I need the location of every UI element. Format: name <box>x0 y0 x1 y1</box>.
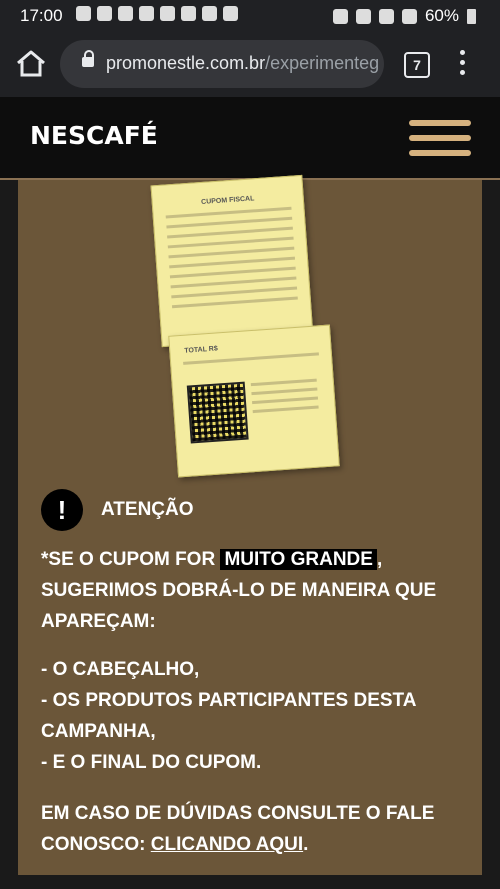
mute-icon <box>355 8 371 24</box>
status-time: 17:00 <box>20 6 63 25</box>
coupon-info-panel: CUPOM FISCAL TOTAL R$ ! ATENÇÃO *SE O CU… <box>18 174 482 875</box>
attention-heading: ! ATENÇÃO <box>41 489 194 531</box>
notice-prefix: *SE O CUPOM FOR <box>41 549 216 570</box>
mail-icon <box>139 6 154 21</box>
notice-rest: SUGERIMOS DOBRÁ-LO DE MANEIRA QUE APAREÇ… <box>41 580 437 632</box>
menu-dot-icon <box>459 70 465 75</box>
receipt-line <box>169 256 296 269</box>
attention-title: ATENÇÃO <box>101 499 194 520</box>
contact-link[interactable]: CLICANDO AQUI <box>151 834 303 855</box>
notice-paragraph: *SE O CUPOM FOR MUITO GRANDE, SUGERIMOS … <box>41 544 461 637</box>
receipt-line <box>252 405 319 414</box>
app-icon <box>160 6 175 21</box>
hamburger-bar <box>409 150 471 156</box>
list-item: - O CABEÇALHO, <box>41 659 200 680</box>
notice-highlight: MUITO GRANDE <box>220 549 377 570</box>
alarm-icon <box>332 8 348 24</box>
hamburger-bar <box>409 120 471 126</box>
notice-comma: , <box>376 549 383 570</box>
lock-icon <box>82 50 94 67</box>
receipt-illustration: CUPOM FISCAL TOTAL R$ <box>148 174 388 480</box>
receipt-line <box>251 387 318 396</box>
address-bar[interactable]: promonestle.com.br/experimenteg <box>60 40 384 88</box>
logo-text: NESCAFÉ <box>30 121 158 150</box>
receipt-footer-lines <box>250 378 319 420</box>
contact-paragraph: EM CASO DE DÚVIDAS CONSULTE O FALE CONOS… <box>41 798 461 860</box>
image-icon <box>202 6 217 21</box>
contact-suffix: . <box>303 834 309 855</box>
receipt-line <box>166 216 293 229</box>
receipt-line <box>171 286 298 299</box>
site-header: NESCAFÉ <box>0 97 500 180</box>
app-icon <box>97 6 112 21</box>
battery-percent: 60% <box>424 6 459 25</box>
app-icon <box>181 6 196 21</box>
notification-icons <box>76 6 238 21</box>
receipt-line <box>171 296 298 309</box>
receipt-line <box>250 378 317 387</box>
signal-icon <box>401 8 417 24</box>
notice-items: - O CABEÇALHO, - OS PRODUTOS PARTICIPANT… <box>41 654 461 778</box>
hamburger-bar <box>409 135 471 141</box>
menu-dot-icon <box>459 60 465 65</box>
status-right: 60% <box>332 6 476 26</box>
browser-toolbar: promonestle.com.br/experimenteg 7 <box>0 32 500 97</box>
home-icon <box>17 50 45 77</box>
receipt-line <box>168 246 295 259</box>
receipt-line <box>252 396 319 405</box>
receipt-line <box>165 206 292 219</box>
home-button[interactable] <box>14 49 48 79</box>
tab-switcher-button[interactable]: 7 <box>404 52 430 78</box>
exclamation-icon: ! <box>41 489 83 531</box>
url-text: promonestle.com.br/experimenteg <box>106 53 379 74</box>
receipt-bottom: TOTAL R$ <box>168 324 340 478</box>
app-icon <box>118 6 133 21</box>
menu-dot-icon <box>459 50 465 55</box>
battery-icon <box>467 8 476 24</box>
receipt-top: CUPOM FISCAL <box>150 174 314 348</box>
receipt-line <box>170 276 297 289</box>
url-path: /experimenteg <box>265 53 380 73</box>
qr-code-icon <box>186 381 249 444</box>
nescafe-logo[interactable]: NESCAFÉ <box>30 121 158 150</box>
receipt-line <box>167 236 294 249</box>
receipt-line <box>183 352 319 365</box>
status-bar: 17:00 60% <box>0 0 500 32</box>
download-icon <box>223 6 238 21</box>
browser-menu-button[interactable] <box>458 50 466 78</box>
receipt-line <box>169 266 296 279</box>
wifi-icon <box>378 8 394 24</box>
receipt-total: TOTAL R$ <box>184 345 218 355</box>
receipt-line <box>167 226 293 239</box>
list-item: - E O FINAL DO CUPOM. <box>41 752 262 773</box>
whatsapp-icon <box>76 6 91 21</box>
url-host: promonestle.com.br <box>106 53 266 73</box>
list-item: - OS PRODUTOS PARTICIPANTES DESTA CAMPAN… <box>41 690 416 742</box>
hamburger-menu-button[interactable] <box>409 120 471 156</box>
